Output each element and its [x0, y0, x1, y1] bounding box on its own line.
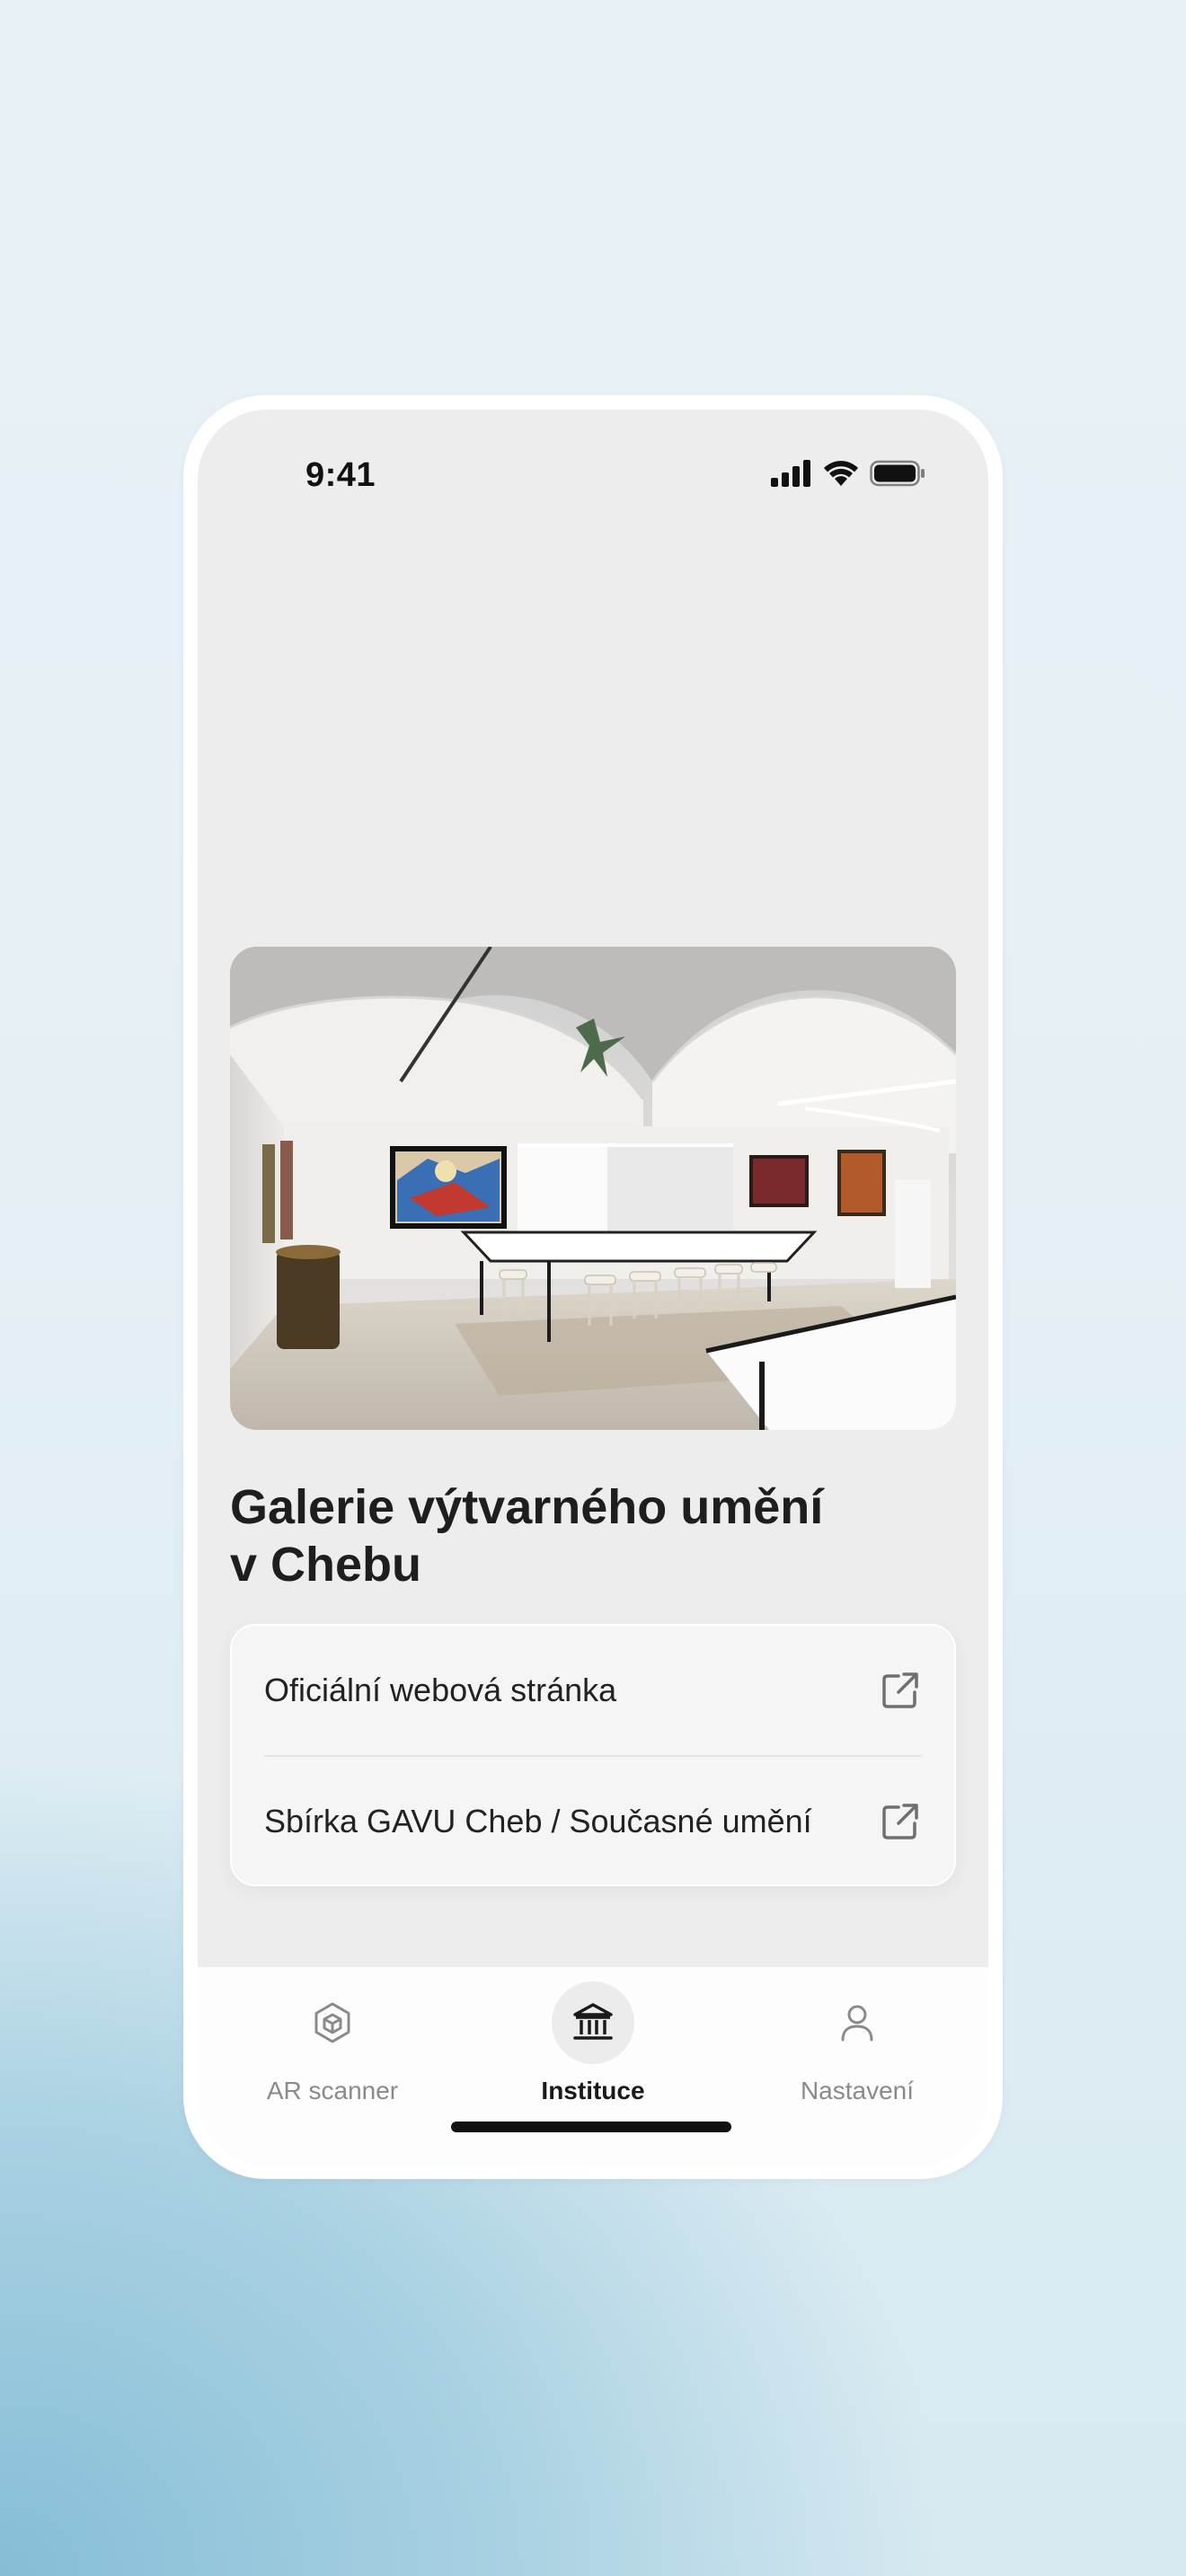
tab-instituce-label: Instituce [541, 2077, 645, 2104]
collection-link[interactable]: Sbírka GAVU Cheb / Současné umění [232, 1757, 954, 1886]
tab-instituce[interactable]: Instituce [476, 1981, 710, 2105]
tab-nastaveni-icon-wrap [816, 1981, 898, 2064]
gallery-photo [230, 947, 956, 1430]
collection-label: Sbírka GAVU Cheb / Současné umění [264, 1803, 812, 1839]
official-website-link[interactable]: Oficiální webová stránka [232, 1626, 954, 1755]
institution-title-line1: Galerie výtvarného umění [230, 1480, 824, 1534]
person-icon [841, 2005, 873, 2042]
tab-bar: AR scanner Instituce Nastavení [198, 1967, 988, 2165]
official-website-label: Oficiální webová stránka [264, 1672, 617, 1708]
status-bar: 9:41 [198, 410, 988, 508]
institution-title: Galerie výtvarného umění v Chebu [230, 1478, 949, 1593]
museum-icon [573, 2003, 613, 2040]
tab-ar-scanner[interactable]: AR scanner [216, 1981, 449, 2105]
tab-instituce-icon-wrap [552, 1981, 634, 2064]
gallery-interior-illustration [230, 947, 956, 1430]
external-link-icon [882, 1672, 918, 1708]
wifi-icon [824, 461, 858, 486]
phone-frame: 9:41 Galerie výtvarného umění v Chebu Of… [183, 395, 1003, 2179]
tab-ar-scanner-icon-wrap [291, 1981, 374, 2064]
home-indicator [451, 2122, 731, 2132]
tab-nastaveni[interactable]: Nastavení [740, 1981, 974, 2105]
status-icons [771, 460, 925, 487]
ar-cube-icon [314, 2002, 350, 2043]
tab-nastaveni-label: Nastavení [800, 2077, 915, 2104]
app-screen: 9:41 Galerie výtvarného umění v Chebu Of… [198, 410, 988, 2165]
institution-title-line2: v Chebu [230, 1538, 422, 1592]
external-link-icon [882, 1804, 918, 1839]
links-card: Oficiální webová stránka Sbírka GAVU Che… [230, 1624, 956, 1886]
status-time: 9:41 [305, 456, 376, 494]
tab-ar-scanner-label: AR scanner [266, 2077, 399, 2104]
cellular-signal-icon [771, 460, 810, 487]
battery-icon [870, 460, 925, 487]
